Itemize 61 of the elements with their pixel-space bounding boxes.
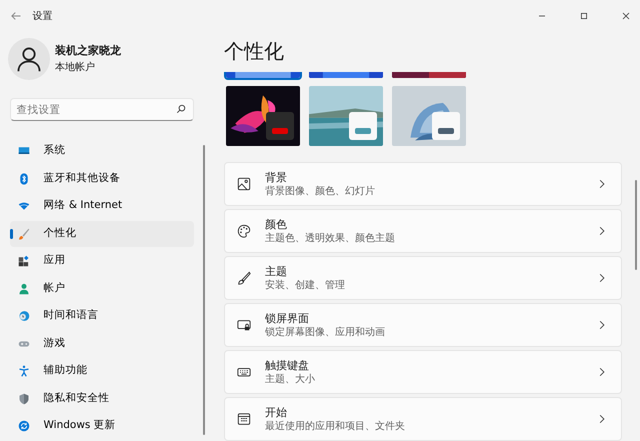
wifi-icon (18, 200, 30, 212)
chevron-right-icon (597, 367, 607, 377)
setting-title: 颜色 (265, 218, 288, 232)
page-title: 个性化 (224, 38, 285, 65)
brush-icon (237, 271, 251, 285)
nav-item[interactable]: 辅助功能 (10, 358, 194, 384)
nav-item[interactable]: 网络 & Internet (10, 193, 194, 219)
keyboard-icon (237, 365, 251, 379)
account-name: 装机之家晓龙 (55, 43, 121, 60)
settings-card[interactable]: 锁屏界面 锁定屏幕图像、应用和动画 (224, 303, 622, 347)
setting-title: 锁屏界面 (265, 312, 310, 326)
lock-screen-icon (237, 318, 251, 332)
nav-item[interactable]: 个性化 (10, 220, 194, 246)
search-field[interactable]: 查找设置 (10, 98, 194, 121)
sync-icon (18, 420, 30, 432)
clock-globe-icon (18, 310, 30, 322)
chevron-right-icon (597, 273, 607, 283)
setting-title: 触摸键盘 (265, 358, 310, 372)
person-icon (18, 282, 30, 294)
nav-item[interactable]: 隐私和安全性 (10, 386, 194, 412)
nav-item[interactable]: 游戏 (10, 330, 194, 356)
nav-item[interactable]: 时间和语言 (10, 303, 194, 329)
nav-item[interactable]: Windows 更新 (10, 413, 194, 439)
picture-icon (237, 177, 251, 191)
nav-item[interactable]: 帐户 (10, 276, 194, 302)
account-type: 本地帐户 (55, 60, 96, 75)
setting-title: 开始 (265, 406, 288, 420)
avatar (8, 38, 50, 80)
chevron-right-icon (597, 179, 607, 189)
settings-card[interactable]: 触摸键盘 主题、大小 (224, 350, 622, 394)
window-title: 设置 (32, 10, 52, 24)
nav-item[interactable]: 蓝牙和其他设备 (10, 166, 194, 192)
chevron-right-icon (597, 226, 607, 236)
settings-card[interactable]: 颜色 主题色、透明效果、颜色主题 (224, 209, 622, 253)
palette-icon (237, 224, 251, 238)
settings-card[interactable]: 开始 最近使用的应用和项目、文件夹 (224, 397, 622, 441)
monitor-icon (18, 145, 30, 157)
accessibility-icon (18, 365, 30, 377)
bluetooth-icon (18, 172, 30, 184)
chevron-right-icon (597, 414, 607, 424)
search-icon (176, 104, 186, 114)
maximize-icon (578, 10, 590, 22)
nav-item[interactable]: 系统 (10, 138, 194, 164)
setting-description: 最近使用的应用和项目、文件夹 (265, 420, 406, 432)
setting-description: 背景图像、颜色、幻灯片 (265, 184, 376, 198)
close-icon (620, 10, 632, 22)
nav-item[interactable]: 应用 (10, 248, 194, 274)
brush-icon (18, 228, 30, 240)
back-icon[interactable] (10, 10, 22, 22)
shield-icon (18, 392, 30, 404)
setting-description: 锁定屏幕图像、应用和动画 (265, 326, 386, 338)
setting-title: 背景 (265, 170, 288, 184)
settings-card[interactable]: 主题 安装、创建、管理 (224, 256, 622, 300)
start-icon (237, 412, 251, 426)
setting-description: 主题色、透明效果、颜色主题 (265, 232, 396, 244)
setting-description: 安装、创建、管理 (265, 278, 346, 292)
settings-card[interactable]: 背景 背景图像、颜色、幻灯片 (224, 162, 622, 206)
chevron-right-icon (597, 320, 607, 330)
apps-icon (18, 255, 30, 267)
setting-title: 主题 (265, 264, 288, 278)
setting-description: 主题、大小 (265, 372, 316, 386)
